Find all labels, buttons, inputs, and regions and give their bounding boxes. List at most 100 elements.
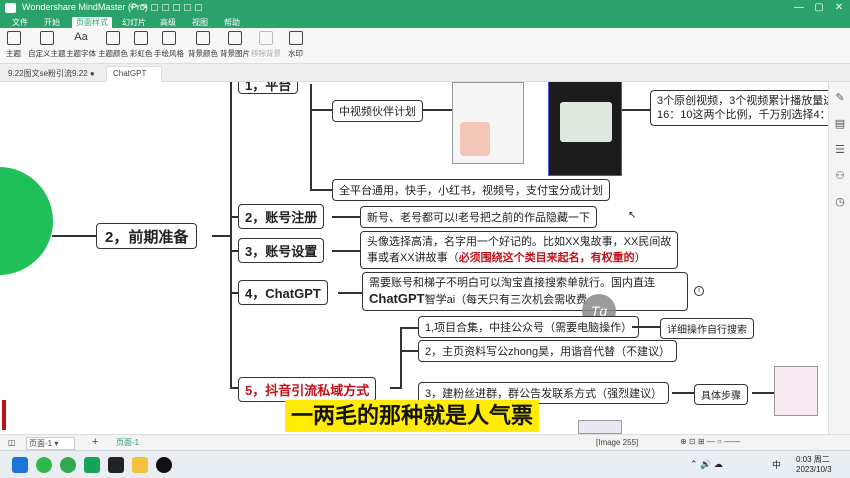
page-tab[interactable]: 页面-1: [116, 437, 139, 448]
remove-bg-icon: [259, 31, 273, 45]
menu-view[interactable]: 视图: [188, 17, 212, 28]
red-marker: [2, 400, 6, 430]
account-settings-note[interactable]: 头像选择高清，名字用一个好记的。比如XX鬼故事，XX民间故 事或者XX讲故事（必须…: [360, 231, 679, 269]
note-indicator-icon[interactable]: i: [694, 286, 704, 296]
custom-theme-icon: [39, 31, 54, 45]
theme-font-button[interactable]: Aa 主题字体: [66, 31, 96, 59]
connector-b5-trunk: [400, 327, 402, 389]
connector-video: [310, 109, 332, 111]
screenshot-face-image: [460, 122, 490, 156]
add-page-icon[interactable]: +: [92, 436, 98, 448]
chatgpt-node[interactable]: 4，ChatGPT: [238, 280, 328, 305]
theme-color-button[interactable]: 主题颜色: [98, 31, 128, 59]
share-icon[interactable]: ⚇: [834, 170, 846, 182]
watermark-button[interactable]: 水印: [288, 31, 303, 59]
phone-dialog-image: [560, 102, 612, 142]
menu-help[interactable]: 帮助: [220, 17, 244, 28]
ime-indicator[interactable]: 中: [772, 458, 781, 471]
close-icon[interactable]: ✕: [830, 0, 848, 16]
connector-b2-note: [332, 216, 360, 218]
menu-advanced[interactable]: 高级: [156, 17, 180, 28]
connector-b3-note: [332, 250, 360, 252]
chatgpt-note[interactable]: 需要账号和梯子不明白可以淘宝直接搜索单就行。国内直连 ChatGPT智学ai（每天…: [362, 272, 688, 311]
image-status: [Image 255]: [596, 438, 639, 447]
menu-slides[interactable]: 幻灯片: [118, 17, 150, 28]
doc-tab-1[interactable]: 9.22图文se粉引流9.22 ●: [2, 66, 102, 82]
connector-b4: [230, 292, 238, 294]
root-topic-node[interactable]: [0, 167, 53, 275]
menu-file[interactable]: 文件: [8, 17, 32, 28]
account-settings-node[interactable]: 3，账号设置: [238, 238, 325, 263]
bg-color-button[interactable]: 背景颜色: [188, 31, 218, 59]
app-logo-icon: [5, 3, 16, 13]
status-bar: ◫ 页面-1 ▾ + 页面-1 [Image 255] ⊕ ⊡ ⊞ — ○ ——: [0, 434, 850, 450]
ribbon-toolbar: 主题 自定义主题 Aa 主题字体 主题颜色 彩虹色 手绘风格 背景颜色 背景图片 …: [0, 28, 850, 64]
connector-trunk: [230, 82, 232, 387]
paint-bucket-icon: [196, 31, 210, 45]
menu-page-style[interactable]: 页面样式: [72, 17, 112, 28]
hand-drawn-button[interactable]: 手绘风格: [154, 31, 184, 59]
menu-start[interactable]: 开始: [40, 17, 64, 28]
browser-icon[interactable]: [36, 457, 52, 473]
screenshot-thumbnail-3[interactable]: [774, 366, 818, 416]
remove-bg-button[interactable]: 移除背景: [251, 31, 281, 59]
theme-button[interactable]: 主题: [6, 31, 21, 59]
rainbow-icon: [134, 31, 149, 45]
player-icon[interactable]: [156, 457, 172, 473]
b5-item-1-note[interactable]: 详细操作自行搜索: [660, 318, 754, 339]
video-partner-node[interactable]: 中视频伙伴计划: [332, 100, 423, 122]
clock-date[interactable]: 2023/10/3: [796, 465, 832, 474]
app-title: Wondershare MindMaster (Pro): [22, 2, 148, 12]
platform-general-node[interactable]: 全平台通用，快手，小红书，视频号，支付宝分成计划: [332, 179, 610, 201]
screenshot-thumbnail-4[interactable]: [578, 420, 622, 434]
history-icon[interactable]: ◷: [834, 196, 846, 208]
connector-b5-2: [400, 350, 418, 352]
b5-item-2[interactable]: 2，主页资料写公zhong昊，用谐音代替（不建议）: [418, 340, 678, 362]
quick-access-icons[interactable]: ↶ ↷ ▢ ▢ ▢ ▢ ▢: [130, 2, 203, 13]
folder-icon[interactable]: [132, 457, 148, 473]
doc-tab-chatgpt[interactable]: ChatGPT: [106, 66, 162, 82]
windows-start-icon[interactable]: [12, 457, 28, 473]
windows-taskbar: ⌃ 🔊 ☁ 中 0:03 周二 2023/10/3: [0, 450, 850, 478]
outline-icon[interactable]: ☰: [834, 144, 846, 156]
format-icon[interactable]: ✎: [834, 92, 846, 104]
minimize-icon[interactable]: —: [790, 0, 808, 16]
cursor-icon: ↖: [628, 210, 637, 221]
connector-b5-3-img: [752, 392, 774, 394]
connector-b4-note: [338, 292, 362, 294]
zoom-controls[interactable]: ⊕ ⊡ ⊞ — ○ ——: [680, 437, 740, 446]
menu-bar: 文件 开始 页面样式 幻灯片 高级 视图 帮助: [0, 16, 850, 28]
pen-icon: [162, 31, 176, 45]
bg-image-button[interactable]: 背景图片: [220, 31, 250, 59]
prep-node[interactable]: 2，前期准备: [96, 223, 198, 249]
b5-item-1[interactable]: 1,项目合集，中挂公众号（需要电脑操作）: [418, 316, 640, 338]
video-rules-note[interactable]: 3个原创视频，3个视频累计播放量达到16：10这两个比例，千万别选择4：3比: [650, 90, 828, 126]
app-dark-icon[interactable]: [108, 457, 124, 473]
mindmap-canvas[interactable]: 1，平台 中视频伙伴计划 3个原创视频，3个视频累计播放量达到 16：10这两个比…: [0, 82, 828, 434]
right-side-panel: ✎ ▤ ☰ ⚇ ◷: [828, 82, 850, 434]
connector-b5-1-note: [632, 326, 660, 328]
connector-b5-3-note: [672, 392, 694, 394]
tray-icons[interactable]: ⌃ 🔊 ☁: [690, 459, 723, 470]
account-register-note[interactable]: 新号、老号都可以!老号把之前的作品隐藏一下: [360, 206, 598, 228]
app-green-icon[interactable]: [60, 457, 76, 473]
account-register-node[interactable]: 2，账号注册: [238, 204, 325, 229]
b5-item-3-note[interactable]: 具体步骤: [694, 384, 748, 405]
maximize-icon[interactable]: ▢: [810, 0, 828, 16]
watermark-icon: [288, 31, 303, 45]
rainbow-button[interactable]: 彩虹色: [130, 31, 153, 59]
connector-b2: [230, 216, 238, 218]
douyin-private-node[interactable]: 5，抖音引流私域方式: [238, 377, 377, 402]
connector-b5: [230, 387, 238, 389]
custom-theme-button[interactable]: 自定义主题: [28, 31, 66, 59]
image-icon: [228, 31, 242, 45]
clock-time[interactable]: 0:03 周二: [796, 454, 830, 465]
page-panel-icon[interactable]: ◫: [8, 438, 16, 447]
branch-platform-node[interactable]: 1，平台: [238, 82, 299, 94]
font-icon: Aa: [74, 31, 88, 43]
connector-video-img: [422, 109, 452, 111]
page-selector[interactable]: 页面-1 ▾: [26, 437, 76, 450]
page-icon[interactable]: ▤: [834, 118, 846, 130]
mindmaster-icon[interactable]: [84, 457, 100, 473]
connector-general: [310, 189, 332, 191]
